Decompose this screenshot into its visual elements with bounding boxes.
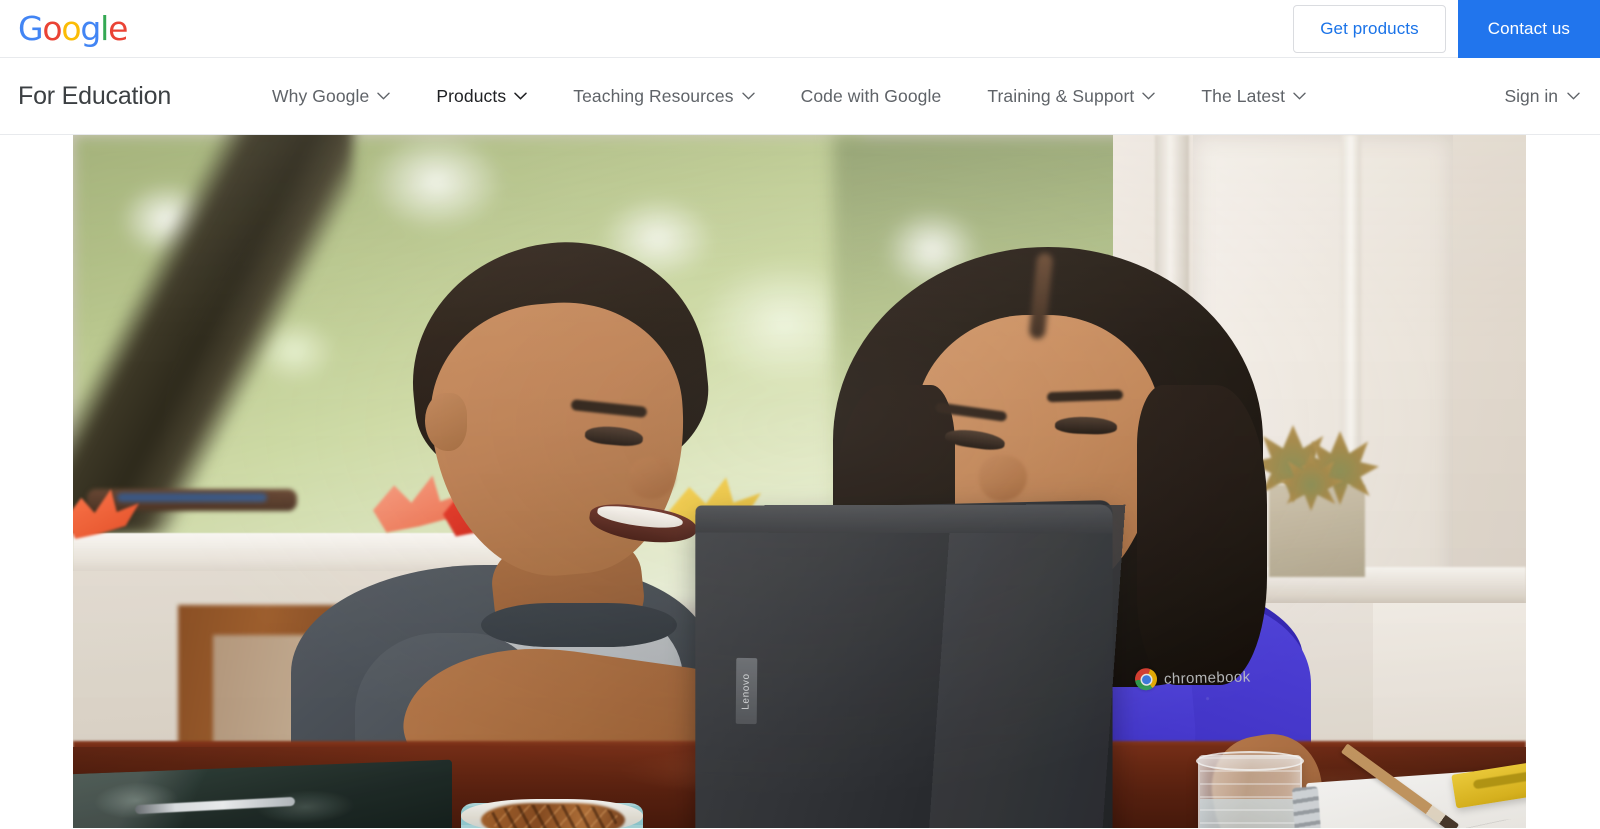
boy-collar xyxy=(481,603,677,647)
chevron-down-icon xyxy=(377,92,391,100)
nav-item-teaching-resources[interactable]: Teaching Resources xyxy=(573,85,755,107)
chevron-down-icon xyxy=(741,92,755,100)
chromebook-branding: chromebook xyxy=(1134,665,1251,691)
nav-item-label: Training & Support xyxy=(987,85,1135,106)
chromebook-lid-band xyxy=(928,504,1126,828)
nav-item-label: The Latest xyxy=(1201,85,1286,106)
top-bar: Google Get products Contact us xyxy=(0,0,1600,58)
nav-links: Why Google Products Teaching Resources C… xyxy=(272,86,1306,107)
nav-item-label: Code with Google xyxy=(800,85,942,106)
nav-item-why-google[interactable]: Why Google xyxy=(272,85,391,107)
logo-letter-l: l xyxy=(100,9,109,48)
nav-item-code-with-google[interactable]: Code with Google xyxy=(801,86,942,107)
chromebook-label: chromebook xyxy=(1163,667,1251,688)
brand-for-education[interactable]: For Education xyxy=(18,82,171,111)
chevron-down-icon xyxy=(514,92,527,100)
chromebook-lid-top-edge xyxy=(695,504,1113,534)
nav-item-the-latest[interactable]: The Latest xyxy=(1201,86,1306,107)
girl-hair-right-strand xyxy=(1137,385,1267,685)
contact-us-button[interactable]: Contact us xyxy=(1457,0,1600,58)
sign-in-menu[interactable]: Sign in xyxy=(1504,86,1580,107)
nav-item-label: Products xyxy=(436,85,507,106)
chevron-down-icon xyxy=(1567,92,1580,100)
logo-letter-g1: G xyxy=(18,9,44,48)
nav-item-training-and-support[interactable]: Training & Support xyxy=(987,85,1156,107)
origami-crane-orange xyxy=(73,487,139,541)
logo-letter-o1: o xyxy=(42,9,62,48)
nav-item-label: Teaching Resources xyxy=(573,85,734,106)
boy-ear xyxy=(425,393,467,451)
nav-item-products[interactable]: Products xyxy=(436,86,527,107)
chevron-down-icon xyxy=(1142,92,1156,100)
primary-navigation: For Education Why Google Products Teachi… xyxy=(0,58,1600,135)
tree-trunk xyxy=(73,135,353,535)
top-bar-actions: Get products Contact us xyxy=(1293,0,1600,58)
chevron-down-icon xyxy=(1293,92,1306,100)
get-products-button[interactable]: Get products xyxy=(1293,5,1446,53)
sign-in-label: Sign in xyxy=(1504,85,1558,106)
hero-section: Lenovo chromebook xyxy=(0,135,1600,828)
succulent-plant xyxy=(1279,453,1343,511)
hero-image: Lenovo chromebook xyxy=(73,135,1526,828)
logo-letter-g2: g xyxy=(80,9,101,48)
lenovo-logo-text: Lenovo xyxy=(740,672,753,710)
nav-item-label: Why Google xyxy=(272,85,370,106)
pretzel-texture xyxy=(487,805,619,828)
google-logo[interactable]: Google xyxy=(18,9,128,48)
lenovo-logo: Lenovo xyxy=(735,657,758,725)
chrome-icon xyxy=(1134,667,1158,691)
logo-letter-o2: o xyxy=(61,9,81,48)
logo-letter-e: e xyxy=(108,9,128,48)
glass-rim xyxy=(1196,751,1304,771)
sill-object-rod-stripe xyxy=(117,493,267,502)
